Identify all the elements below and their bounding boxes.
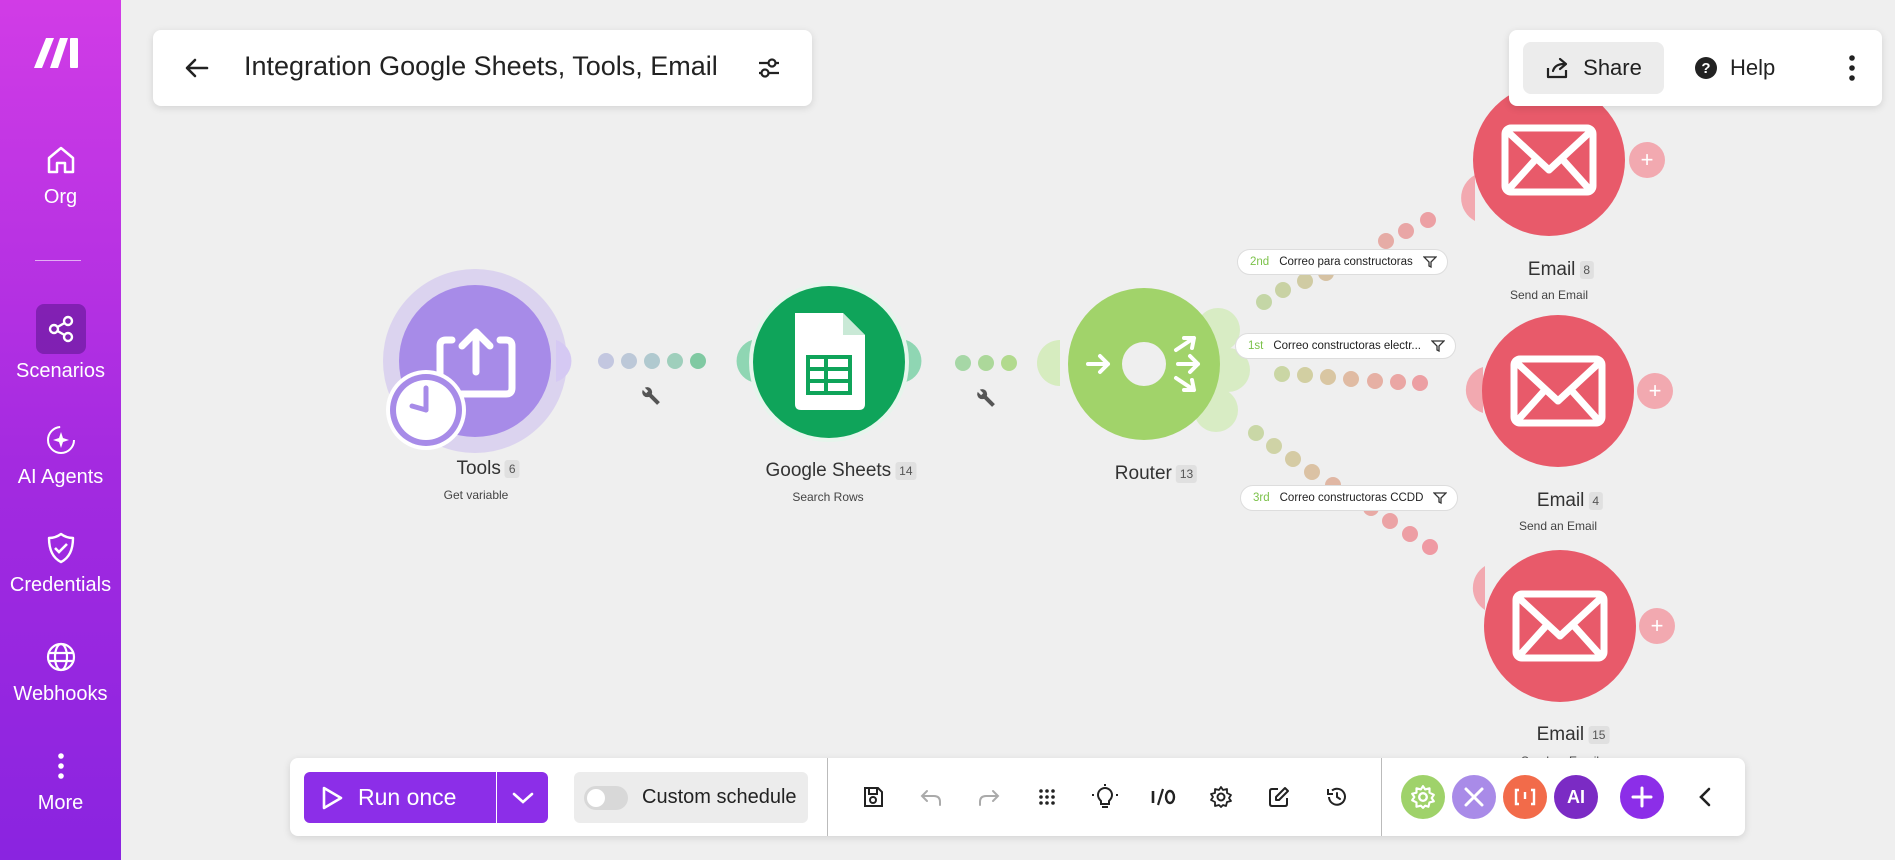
auto-align-grid-icon[interactable] <box>1032 782 1062 812</box>
gear-icon[interactable] <box>1206 782 1236 812</box>
share-label: Share <box>1583 55 1642 80</box>
svg-text:+: + <box>1649 378 1662 403</box>
module-action: Get variable <box>443 488 509 502</box>
custom-schedule-toggle[interactable]: Custom schedule <box>574 772 808 823</box>
filter-funnel-icon <box>1433 492 1448 504</box>
undo-icon[interactable] <box>916 782 946 812</box>
google-sheets-icon <box>795 313 865 410</box>
module-label-tools: Tools 6 <box>456 458 520 480</box>
schedule-clock-icon[interactable] <box>386 370 466 450</box>
module-tools[interactable] <box>383 269 572 453</box>
module-email-4[interactable]: + <box>1465 315 1673 467</box>
connection-sheets-router[interactable] <box>955 355 1017 371</box>
module-id-badge: 13 <box>1175 464 1198 483</box>
bottom-toolbar: Run once Custom schedule AI <box>290 758 1745 836</box>
run-once-button[interactable]: Run once <box>304 772 496 823</box>
save-icon[interactable] <box>858 782 888 812</box>
route-filter-2nd[interactable]: 2nd Correo para constructoras <box>1237 249 1448 275</box>
module-id-badge: 6 <box>504 459 520 478</box>
module-name: Email <box>1527 259 1576 280</box>
module-id-badge: 4 <box>1588 491 1604 510</box>
module-google-sheets[interactable] <box>736 282 922 442</box>
plus-icon <box>1631 786 1653 808</box>
run-once-label: Run once <box>358 784 457 810</box>
json-brackets-icon[interactable] <box>1503 775 1547 819</box>
share-icon <box>1547 57 1568 79</box>
notes-edit-icon[interactable] <box>1264 782 1294 812</box>
filter-funnel-icon <box>1431 340 1445 352</box>
module-label-email-8: Email 8 <box>1527 259 1595 281</box>
lightbulb-icon[interactable] <box>1090 782 1120 812</box>
connection-router-email-4[interactable] <box>1274 366 1428 391</box>
app-gear-icon[interactable] <box>1401 775 1445 819</box>
chevron-left-icon[interactable] <box>1691 782 1721 812</box>
connection-tools-sheets[interactable] <box>598 353 706 369</box>
filter-label: Correo constructoras electr... <box>1273 340 1421 352</box>
module-action: Send an Email <box>1518 519 1598 533</box>
share-button[interactable]: Share <box>1523 42 1664 94</box>
schedule-label: Custom schedule <box>642 786 797 808</box>
wrench-icon[interactable] <box>639 384 662 407</box>
play-icon <box>322 786 343 809</box>
module-label-google-sheets: Google Sheets 14 <box>765 460 917 482</box>
filter-order: 1st <box>1248 340 1264 352</box>
module-name: Email <box>1536 724 1585 745</box>
module-label-email-15: Email 15 <box>1537 724 1610 746</box>
io-flow-control-icon[interactable] <box>1148 782 1178 812</box>
route-filter-3rd[interactable]: 3rd Correo constructoras CCDD <box>1240 485 1459 511</box>
schedule-switch[interactable] <box>584 785 628 810</box>
filter-label: Correo para constructoras <box>1279 256 1413 268</box>
ai-app-label: AI <box>1567 786 1585 807</box>
history-icon[interactable] <box>1322 782 1352 812</box>
chevron-down-icon <box>512 792 533 804</box>
module-label-router: Router 13 <box>1114 463 1198 485</box>
filter-order: 2nd <box>1250 256 1270 268</box>
run-options-dropdown[interactable] <box>497 772 548 823</box>
toolbar-divider <box>1381 758 1382 836</box>
module-label-email-4: Email 4 <box>1536 490 1604 512</box>
ai-app-button[interactable]: AI <box>1554 775 1598 819</box>
top-right-actions: Share ? Help <box>1509 30 1882 106</box>
module-email-15[interactable]: + <box>1472 550 1675 702</box>
module-action: Search Rows <box>792 490 864 504</box>
filter-label: Correo constructoras CCDD <box>1279 492 1424 504</box>
scenario-canvas: + + + <box>383 84 1675 702</box>
svg-text:+: + <box>1641 147 1654 172</box>
module-email-8[interactable]: + <box>1461 84 1665 236</box>
module-id-badge: 8 <box>1579 260 1595 279</box>
add-app-button[interactable] <box>1620 775 1664 819</box>
toolbar-divider <box>827 758 828 836</box>
filter-funnel-icon <box>1422 256 1437 268</box>
help-label: Help <box>1730 55 1776 80</box>
redo-icon[interactable] <box>974 782 1004 812</box>
module-name: Tools <box>456 458 501 479</box>
module-name: Google Sheets <box>765 460 892 481</box>
module-router[interactable] <box>1037 288 1250 440</box>
help-button[interactable]: ? Help <box>1694 42 1775 94</box>
svg-text:?: ? <box>1701 60 1710 77</box>
more-vertical-icon[interactable] <box>1839 48 1865 88</box>
filter-order: 3rd <box>1253 492 1270 504</box>
module-action: Send an Email <box>1509 288 1589 302</box>
tools-wrench-icon[interactable] <box>1452 775 1496 819</box>
svg-text:+: + <box>1651 613 1664 638</box>
help-icon: ? <box>1695 57 1717 79</box>
wrench-icon[interactable] <box>974 386 997 409</box>
module-id-badge: 14 <box>895 461 917 480</box>
module-name: Router <box>1114 463 1172 484</box>
module-id-badge: 15 <box>1588 725 1610 744</box>
module-name: Email <box>1536 490 1585 511</box>
route-filter-1st[interactable]: 1st Correo constructoras electr... <box>1235 333 1456 359</box>
